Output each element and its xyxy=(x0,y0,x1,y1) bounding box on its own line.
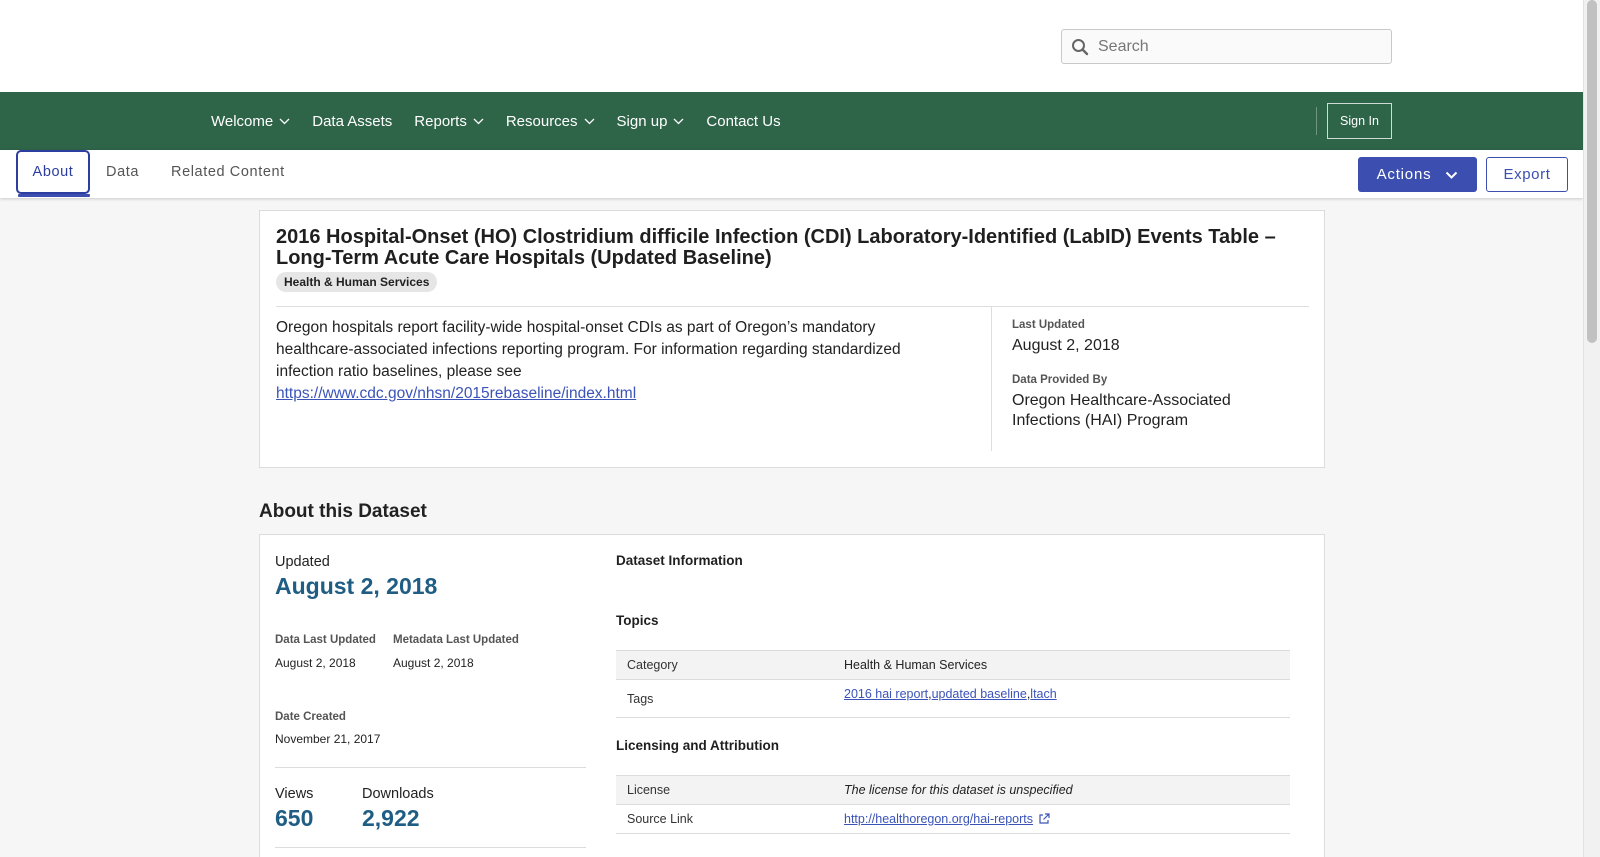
views-value: 650 xyxy=(275,805,314,831)
last-updated-value: August 2, 2018 xyxy=(1012,337,1120,354)
updated-value: August 2, 2018 xyxy=(275,573,438,599)
external-link-icon xyxy=(1038,813,1050,825)
source-link-value: http://healthoregon.org/hai-reports xyxy=(844,805,1290,833)
divider xyxy=(275,767,586,768)
metadata-last-updated-value: August 2, 2018 xyxy=(393,656,474,670)
last-updated-label: Last Updated xyxy=(1012,319,1085,331)
source-link[interactable]: http://healthoregon.org/hai-reports xyxy=(844,812,1033,826)
nav-item-label: Reports xyxy=(414,112,467,130)
top-header xyxy=(0,0,1583,92)
chevron-down-icon xyxy=(279,118,290,125)
source-link-key: Source Link xyxy=(627,812,694,826)
table-row: Source Link http://healthoregon.org/hai-… xyxy=(616,805,1290,834)
category-key: Category xyxy=(627,658,678,672)
about-card: Updated August 2, 2018 Data Last Updated… xyxy=(259,534,1325,857)
nav-item-resources[interactable]: Resources xyxy=(506,113,595,130)
nav-item-label: Resources xyxy=(505,112,578,130)
tag-link[interactable]: ltach xyxy=(1030,687,1056,701)
chevron-down-icon xyxy=(1445,171,1458,179)
nav-item-reports[interactable]: Reports xyxy=(414,113,484,130)
about-heading: About this Dataset xyxy=(259,501,427,522)
actions-label: Actions xyxy=(1376,166,1432,183)
nav-item-label: Data Assets xyxy=(312,112,393,130)
chevron-down-icon xyxy=(673,118,684,125)
table-row: Category Health & Human Services xyxy=(616,651,1290,680)
data-last-updated-value: August 2, 2018 xyxy=(275,656,356,670)
column-divider xyxy=(991,307,992,451)
licensing-title: Licensing and Attribution xyxy=(616,738,779,753)
tab-bar: About Data Related Content Actions Expor… xyxy=(0,150,1583,198)
metadata-last-updated-label: Metadata Last Updated xyxy=(393,634,519,646)
tag-link[interactable]: 2016 hai report xyxy=(844,687,928,701)
table-row: License The license for this dataset is … xyxy=(616,776,1290,805)
scrollbar-thumb[interactable] xyxy=(1587,0,1597,343)
tags-key: Tags xyxy=(627,691,654,706)
category-value: Health & Human Services xyxy=(844,658,988,672)
dataset-description: Oregon hospitals report facility-wide ho… xyxy=(276,317,936,405)
data-last-updated-label: Data Last Updated xyxy=(275,634,376,646)
dataset-meta: Last Updated August 2, 2018 Data Provide… xyxy=(1012,319,1292,431)
nav-item-label: Sign up xyxy=(616,112,668,130)
dataset-information-title: Dataset Information xyxy=(616,553,743,568)
date-created-value: November 21, 2017 xyxy=(275,732,381,746)
export-button[interactable]: Export xyxy=(1486,157,1568,192)
license-key: License xyxy=(627,783,671,797)
downloads-value: 2,922 xyxy=(362,805,420,831)
table-row: Tags 2016 hai report, updated baseline, … xyxy=(616,680,1290,718)
nav-divider xyxy=(1316,107,1317,135)
provided-by-value: Oregon Healthcare-Associated Infections … xyxy=(1012,392,1231,429)
search-icon xyxy=(1062,30,1098,63)
divider xyxy=(275,847,586,848)
tags-value: 2016 hai report, updated baseline, ltach xyxy=(844,687,1057,701)
date-created-label: Date Created xyxy=(275,711,346,723)
sign-in-button[interactable]: Sign In xyxy=(1327,103,1392,139)
topics-title: Topics xyxy=(616,613,659,628)
description-text: Oregon hospitals report facility-wide ho… xyxy=(276,319,901,380)
dataset-title: 2016 Hospital-Onset (HO) Clostridium dif… xyxy=(276,226,1276,269)
active-tab-indicator xyxy=(18,194,90,197)
divider xyxy=(276,306,1309,307)
search-input[interactable] xyxy=(1098,37,1378,56)
main-nav: Welcome Data Assets Reports Resources Si… xyxy=(0,92,1583,150)
nav-item-contact-us[interactable]: Contact Us xyxy=(706,113,780,130)
updated-label: Updated xyxy=(275,554,330,570)
license-value: The license for this dataset is unspecif… xyxy=(844,783,1073,797)
views-label: Views xyxy=(275,786,314,802)
nav-item-label: Contact Us xyxy=(706,112,781,130)
topics-table: Category Health & Human Services Tags 20… xyxy=(616,650,1290,718)
description-link[interactable]: https://www.cdc.gov/nhsn/2015rebaseline/… xyxy=(276,385,636,402)
tab-data[interactable]: Data xyxy=(106,150,139,194)
actions-button[interactable]: Actions xyxy=(1358,157,1477,192)
provided-by-label: Data Provided By xyxy=(1012,374,1108,386)
downloads-label: Downloads xyxy=(362,786,434,802)
tab-about[interactable]: About xyxy=(16,150,90,194)
category-badge[interactable]: Health & Human Services xyxy=(276,272,438,292)
nav-item-welcome[interactable]: Welcome xyxy=(211,113,290,130)
chevron-down-icon xyxy=(584,118,595,125)
page-scrollbar[interactable] xyxy=(1583,0,1600,857)
nav-item-sign-up[interactable]: Sign up xyxy=(617,113,685,130)
licensing-table: License The license for this dataset is … xyxy=(616,775,1290,834)
nav-item-data-assets[interactable]: Data Assets xyxy=(312,113,392,130)
tab-related-content[interactable]: Related Content xyxy=(171,150,285,194)
nav-item-label: Welcome xyxy=(211,112,274,130)
tag-link[interactable]: updated baseline xyxy=(932,687,1027,701)
search-box[interactable] xyxy=(1061,29,1392,64)
dataset-title-card: 2016 Hospital-Onset (HO) Clostridium dif… xyxy=(259,210,1325,468)
chevron-down-icon xyxy=(473,118,484,125)
